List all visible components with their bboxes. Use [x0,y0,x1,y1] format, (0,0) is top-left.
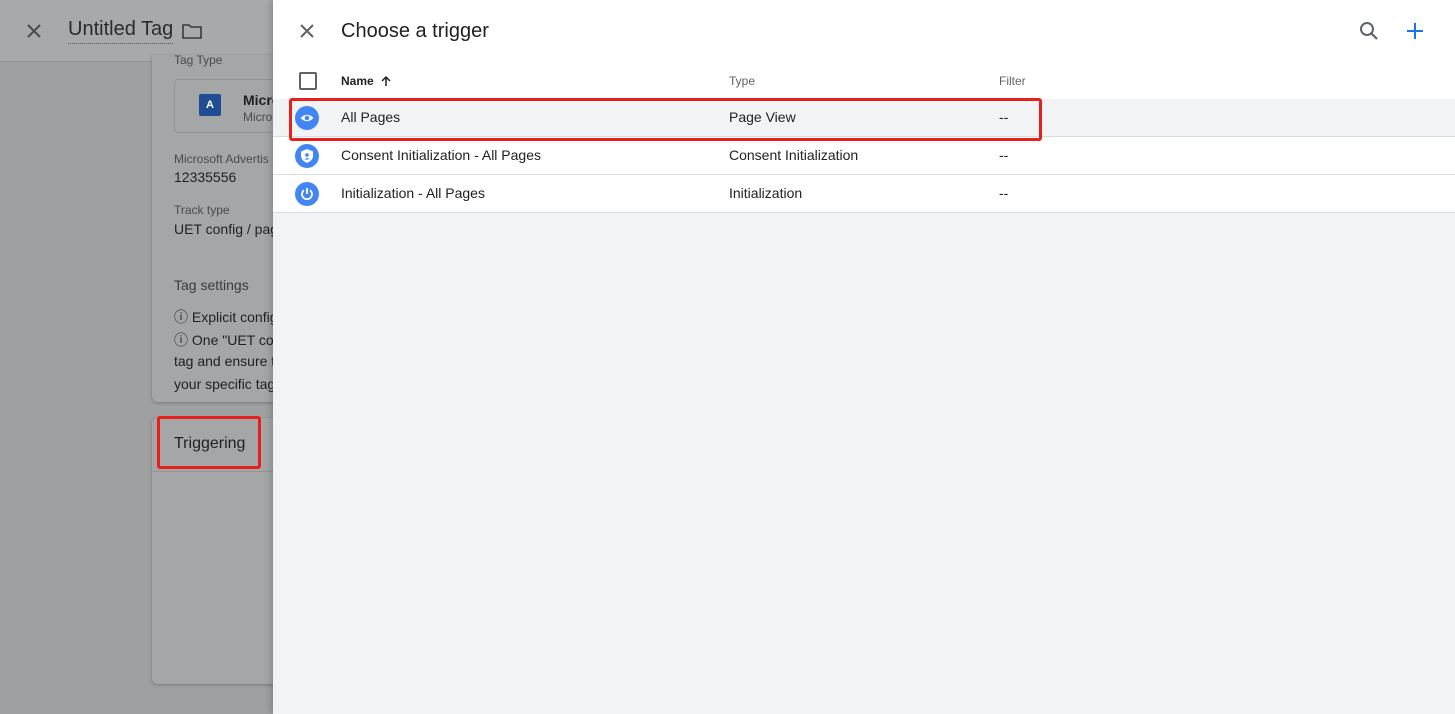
table-header: Name Type Filter [273,61,1455,100]
trigger-name[interactable]: Consent Initialization - All Pages [341,147,541,163]
tag-title[interactable]: Untitled Tag [68,18,174,44]
trigger-name[interactable]: Initialization - All Pages [341,185,485,201]
trigger-type: Consent Initialization [729,147,859,163]
microsoft-advertising-icon: A [199,94,221,116]
tag-type-label: Tag Type [174,55,223,67]
column-header-filter[interactable]: Filter [999,74,1026,88]
field-value: UET config / pag [174,221,279,237]
highlight-box [157,416,261,469]
tag-type-subtitle: Micro [243,110,273,124]
table-row[interactable]: Consent Initialization - All Pages Conse… [273,137,1455,175]
column-header-name[interactable]: Name [341,74,392,88]
column-name-label: Name [341,74,374,88]
field-value: 12335556 [174,169,237,185]
add-icon[interactable] [1403,19,1427,43]
choose-trigger-panel: Choose a trigger Name Type Filter All Pa… [273,0,1455,714]
settings-note: tag and ensure t [174,353,276,369]
sort-arrow-up-icon [381,75,391,86]
field-label: Microsoft Advertis [174,152,269,166]
highlight-box [289,98,1042,141]
tag-settings-label: Tag settings [174,277,249,293]
shield-icon [295,144,319,168]
column-header-type[interactable]: Type [729,74,755,88]
close-icon[interactable] [22,19,46,43]
trigger-type: Initialization [729,185,803,201]
field-label: Track type [174,203,230,217]
panel-header: Choose a trigger [273,0,1455,61]
panel-title: Choose a trigger [341,20,489,42]
select-all-checkbox[interactable] [299,72,317,90]
trigger-filter: -- [999,185,1009,201]
trigger-filter: -- [999,147,1009,163]
search-icon[interactable] [1357,19,1381,43]
settings-note: ⓘ One "UET conf [174,332,286,348]
settings-note: ⓘ Explicit config [174,309,278,325]
table-row[interactable]: Initialization - All Pages Initializatio… [273,175,1455,213]
folder-icon[interactable] [182,22,202,40]
settings-note: your specific tag [174,376,276,392]
close-icon[interactable] [295,19,319,43]
power-icon [295,182,319,206]
